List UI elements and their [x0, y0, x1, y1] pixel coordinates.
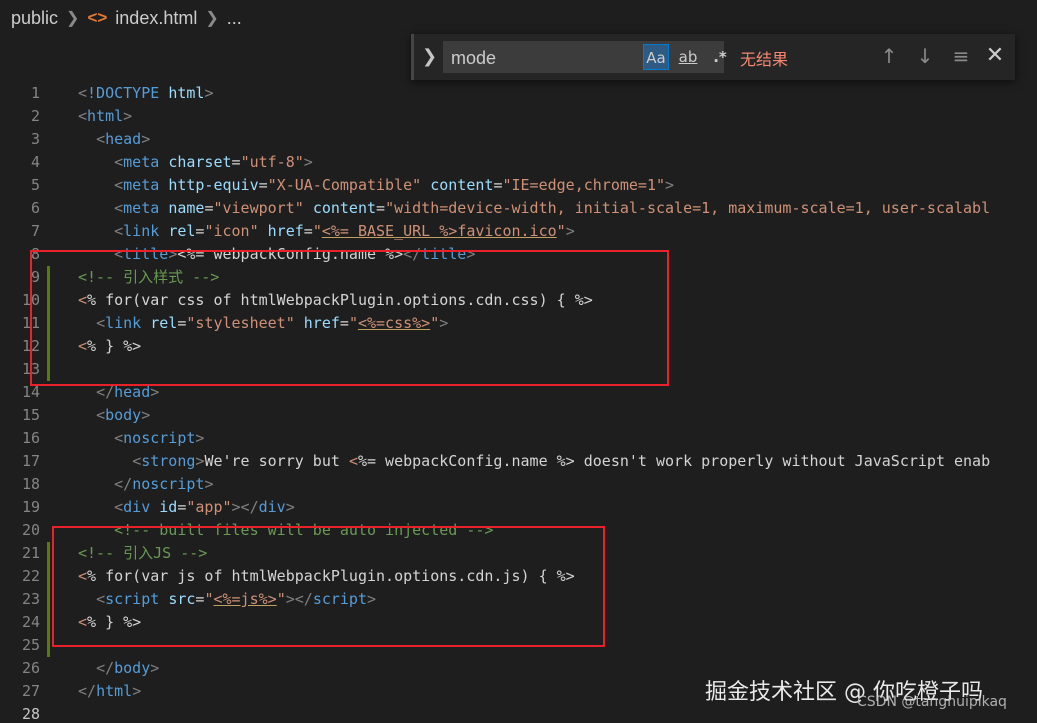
line-number: 23: [21, 590, 40, 608]
code-line[interactable]: 1 <!DOCTYPE html>: [0, 82, 1037, 105]
highlight-box-js: [52, 526, 605, 647]
code-text: <strong>We're sorry but <%= webpackConfi…: [132, 452, 991, 470]
line-number: 15: [21, 406, 40, 424]
line-number: 5: [30, 176, 40, 194]
line-number: 22: [21, 567, 40, 585]
code-text: </noscript>: [114, 475, 214, 493]
line-number: 25: [21, 636, 40, 654]
code-text: </body>: [96, 659, 160, 677]
find-input[interactable]: [443, 41, 643, 75]
line-number: 24: [21, 613, 40, 631]
code-text: <meta charset="utf-8">: [114, 153, 313, 171]
chevron-right-icon: ❯: [205, 10, 219, 27]
line-number: 18: [21, 475, 40, 493]
next-match-icon[interactable]: ↓: [911, 42, 939, 70]
find-result-status: 无结果: [740, 50, 789, 69]
line-number: 21: [21, 544, 40, 562]
code-text: <meta name="viewport" content="width=dev…: [114, 199, 991, 217]
code-line[interactable]: 5 <meta http-equiv="X-UA-Compatible" con…: [0, 174, 1037, 197]
code-text: <noscript>: [114, 429, 205, 447]
html-file-icon: <>: [87, 8, 108, 27]
code-text: <link rel="icon" href="<%= BASE_URL %>fa…: [114, 222, 575, 240]
find-widget: ❯ Aa ab .* 无结果 ↑ ↓ ≡ ✕: [411, 34, 1015, 80]
close-icon[interactable]: ✕: [981, 42, 1009, 70]
csdn-watermark: CSDN @tanghuipikaq: [857, 694, 1007, 710]
line-number: 3: [30, 130, 40, 148]
previous-match-icon[interactable]: ↑: [875, 42, 903, 70]
line-number: 28: [21, 705, 40, 723]
line-number: 16: [21, 429, 40, 447]
breadcrumb-folder[interactable]: public: [11, 8, 58, 29]
code-line[interactable]: 18 </noscript>: [0, 473, 1037, 496]
code-text: </html>: [78, 682, 142, 700]
code-line[interactable]: 3 <head>: [0, 128, 1037, 151]
line-number: 26: [21, 659, 40, 677]
code-line[interactable]: 6 <meta name="viewport" content="width=d…: [0, 197, 1037, 220]
regex-button[interactable]: .*: [707, 44, 733, 70]
chevron-right-icon: ❯: [66, 10, 80, 27]
line-number: 27: [21, 682, 40, 700]
code-line[interactable]: 7 <link rel="icon" href="<%= BASE_URL %>…: [0, 220, 1037, 243]
code-line[interactable]: 16 <noscript>: [0, 427, 1037, 450]
whole-word-button[interactable]: ab: [675, 44, 701, 70]
line-number: 17: [21, 452, 40, 470]
code-line[interactable]: 17 <strong>We're sorry but <%= webpackCo…: [0, 450, 1037, 473]
code-text: <!DOCTYPE html>: [78, 84, 214, 102]
line-number: 20: [21, 521, 40, 539]
find-input-box: Aa ab .*: [443, 41, 727, 75]
line-number: 7: [30, 222, 40, 240]
code-line[interactable]: 19 <div id="app"></div>: [0, 496, 1037, 519]
match-case-button[interactable]: Aa: [643, 44, 669, 70]
breadcrumb: public ❯ <> index.html ❯ ...: [0, 0, 1037, 36]
code-text: <body>: [96, 406, 151, 424]
code-text: <head>: [96, 130, 151, 148]
code-text: <html>: [78, 107, 133, 125]
line-number: 2: [30, 107, 40, 125]
line-number: 6: [30, 199, 40, 217]
code-line[interactable]: 2 <html>: [0, 105, 1037, 128]
breadcrumb-more[interactable]: ...: [227, 8, 242, 29]
toggle-replace-icon[interactable]: ❯: [422, 46, 437, 67]
line-number: 1: [30, 84, 40, 102]
line-number: 19: [21, 498, 40, 516]
code-line[interactable]: 15 <body>: [0, 404, 1037, 427]
line-number: 4: [30, 153, 40, 171]
breadcrumb-file[interactable]: index.html: [115, 8, 197, 29]
find-in-selection-icon[interactable]: ≡: [947, 42, 975, 70]
code-line[interactable]: 4 <meta charset="utf-8">: [0, 151, 1037, 174]
code-text: <meta http-equiv="X-UA-Compatible" conte…: [114, 176, 675, 194]
highlight-box-css: [30, 250, 669, 386]
code-text: <div id="app"></div>: [114, 498, 295, 516]
